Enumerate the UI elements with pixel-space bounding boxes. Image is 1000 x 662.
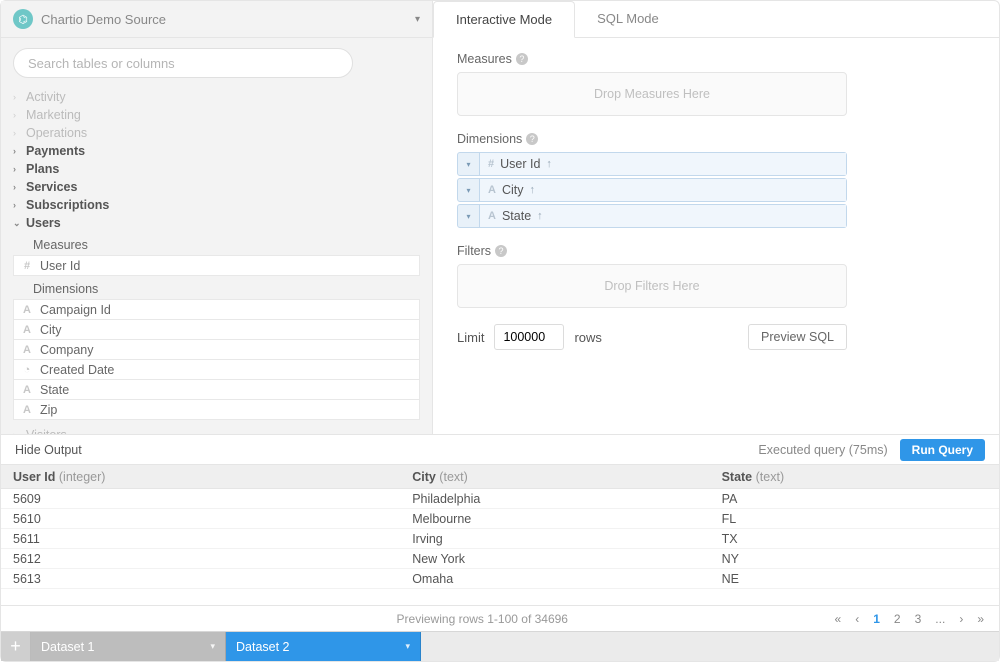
measures-heading: Measures bbox=[13, 232, 420, 256]
number-type-icon: # bbox=[488, 158, 494, 170]
text-type-icon: A bbox=[20, 344, 34, 356]
tab-interactive-mode[interactable]: Interactive Mode bbox=[433, 1, 575, 38]
page-number[interactable]: 3 bbox=[912, 612, 925, 626]
tree-item-services[interactable]: ›Services bbox=[13, 178, 420, 196]
tree-item-plans[interactable]: ›Plans bbox=[13, 160, 420, 178]
caret-down-icon: ▾ bbox=[415, 14, 420, 25]
chevron-right-icon: › bbox=[13, 146, 23, 156]
sidebar: ⌬ Chartio Demo Source ▾ ›Activity ›Marke… bbox=[1, 1, 433, 434]
hide-output-toggle[interactable]: Hide Output bbox=[15, 443, 82, 457]
field-state[interactable]: AState bbox=[13, 379, 420, 400]
page-last-icon[interactable]: » bbox=[974, 612, 987, 626]
tree-item-visitors[interactable]: ›Visitors bbox=[13, 426, 420, 434]
sort-asc-icon[interactable]: ↑ bbox=[546, 158, 552, 170]
page-number[interactable]: 2 bbox=[891, 612, 904, 626]
field-city[interactable]: ACity bbox=[13, 319, 420, 340]
page-prev-icon[interactable]: ‹ bbox=[852, 612, 862, 626]
field-user-id[interactable]: #User Id bbox=[13, 255, 420, 276]
measures-dropzone[interactable]: Drop Measures Here bbox=[457, 72, 847, 116]
text-type-icon: A bbox=[488, 210, 496, 222]
datasource-selector[interactable]: ⌬ Chartio Demo Source ▾ bbox=[1, 1, 432, 38]
chevron-right-icon: › bbox=[13, 110, 23, 120]
dimensions-heading: Dimensions bbox=[13, 276, 420, 300]
field-company[interactable]: ACompany bbox=[13, 339, 420, 360]
sort-asc-icon[interactable]: ↑ bbox=[537, 210, 543, 222]
limit-input[interactable] bbox=[494, 324, 564, 350]
tree-item-payments[interactable]: ›Payments bbox=[13, 142, 420, 160]
page-ellipsis: ... bbox=[932, 612, 948, 626]
page-number[interactable]: 1 bbox=[870, 612, 883, 626]
chevron-right-icon: › bbox=[13, 200, 23, 210]
caret-down-icon[interactable]: ▾ bbox=[210, 641, 215, 652]
dimensions-section-label: Dimensions? bbox=[457, 132, 975, 146]
add-dataset-button[interactable]: + bbox=[1, 632, 31, 661]
dimension-chip-user-id[interactable]: ▾ #User Id↑ bbox=[457, 152, 847, 176]
dimensions-list: ▾ #User Id↑ ▾ ACity↑ ▾ AState↑ bbox=[457, 152, 847, 228]
chip-dropdown-icon[interactable]: ▾ bbox=[458, 205, 480, 227]
table-row: 5610MelbourneFL bbox=[1, 509, 999, 529]
dataset-tabs-bar: + Dataset 1▾ Dataset 2▾ bbox=[1, 631, 999, 661]
measures-section-label: Measures? bbox=[457, 52, 975, 66]
text-type-icon: A bbox=[20, 304, 34, 316]
datasource-name: Chartio Demo Source bbox=[41, 12, 415, 27]
table-row: 5612New YorkNY bbox=[1, 549, 999, 569]
chevron-right-icon: › bbox=[13, 164, 23, 174]
table-row: 5609PhiladelphiaPA bbox=[1, 489, 999, 509]
text-type-icon: A bbox=[20, 404, 34, 416]
column-header-user-id[interactable]: User Id (integer) bbox=[1, 465, 400, 489]
text-type-icon: A bbox=[20, 384, 34, 396]
column-header-state[interactable]: State (text) bbox=[710, 465, 999, 489]
mode-tabs: Interactive Mode SQL Mode bbox=[433, 1, 999, 38]
preview-rows-text: Previewing rows 1-100 of 34696 bbox=[133, 612, 832, 626]
text-type-icon: A bbox=[20, 324, 34, 336]
results-table: User Id (integer) City (text) State (tex… bbox=[1, 464, 999, 589]
search-input[interactable] bbox=[13, 48, 353, 78]
sort-asc-icon[interactable]: ↑ bbox=[529, 184, 535, 196]
number-type-icon: # bbox=[20, 260, 34, 272]
field-created-date[interactable]: ◔Created Date bbox=[13, 359, 420, 380]
chip-dropdown-icon[interactable]: ▾ bbox=[458, 179, 480, 201]
dimension-chip-state[interactable]: ▾ AState↑ bbox=[457, 204, 847, 228]
chevron-right-icon: › bbox=[13, 92, 23, 102]
tab-sql-mode[interactable]: SQL Mode bbox=[575, 1, 681, 37]
preview-sql-button[interactable]: Preview SQL bbox=[748, 324, 847, 350]
rows-label: rows bbox=[574, 330, 601, 345]
tree-item-subscriptions[interactable]: ›Subscriptions bbox=[13, 196, 420, 214]
pagination-bar: Previewing rows 1-100 of 34696 « ‹ 1 2 3… bbox=[1, 605, 999, 631]
caret-down-icon[interactable]: ▾ bbox=[405, 641, 410, 652]
help-icon[interactable]: ? bbox=[495, 245, 507, 257]
filters-section-label: Filters? bbox=[457, 244, 975, 258]
text-type-icon: A bbox=[488, 184, 496, 196]
field-zip[interactable]: AZip bbox=[13, 399, 420, 420]
page-next-icon[interactable]: › bbox=[956, 612, 966, 626]
query-builder: Interactive Mode SQL Mode Measures? Drop… bbox=[433, 1, 999, 434]
tree-item-users[interactable]: ⌄Users bbox=[13, 214, 420, 232]
datasource-logo-icon: ⌬ bbox=[13, 9, 33, 29]
page-first-icon[interactable]: « bbox=[832, 612, 845, 626]
table-row: 5611IrvingTX bbox=[1, 529, 999, 549]
help-icon[interactable]: ? bbox=[526, 133, 538, 145]
chevron-right-icon: › bbox=[13, 128, 23, 138]
chip-dropdown-icon[interactable]: ▾ bbox=[458, 153, 480, 175]
output-header: Hide Output Executed query (75ms) Run Qu… bbox=[1, 434, 999, 464]
filters-dropzone[interactable]: Drop Filters Here bbox=[457, 264, 847, 308]
table-row: 5613OmahaNE bbox=[1, 569, 999, 589]
help-icon[interactable]: ? bbox=[516, 53, 528, 65]
column-header-city[interactable]: City (text) bbox=[400, 465, 709, 489]
field-campaign-id[interactable]: ACampaign Id bbox=[13, 299, 420, 320]
dataset-tab-2[interactable]: Dataset 2▾ bbox=[226, 632, 421, 661]
run-query-button[interactable]: Run Query bbox=[900, 439, 985, 461]
tree-item-operations[interactable]: ›Operations bbox=[13, 124, 420, 142]
schema-tree: ›Activity ›Marketing ›Operations ›Paymen… bbox=[1, 88, 432, 434]
chevron-right-icon: › bbox=[13, 182, 23, 192]
tree-item-marketing[interactable]: ›Marketing bbox=[13, 106, 420, 124]
tree-item-activity[interactable]: ›Activity bbox=[13, 88, 420, 106]
execution-status: Executed query (75ms) bbox=[758, 443, 887, 457]
clock-type-icon: ◔ bbox=[20, 364, 34, 376]
limit-label: Limit bbox=[457, 330, 484, 345]
dimension-chip-city[interactable]: ▾ ACity↑ bbox=[457, 178, 847, 202]
chevron-down-icon: ⌄ bbox=[13, 218, 23, 229]
dataset-tab-1[interactable]: Dataset 1▾ bbox=[31, 632, 226, 661]
